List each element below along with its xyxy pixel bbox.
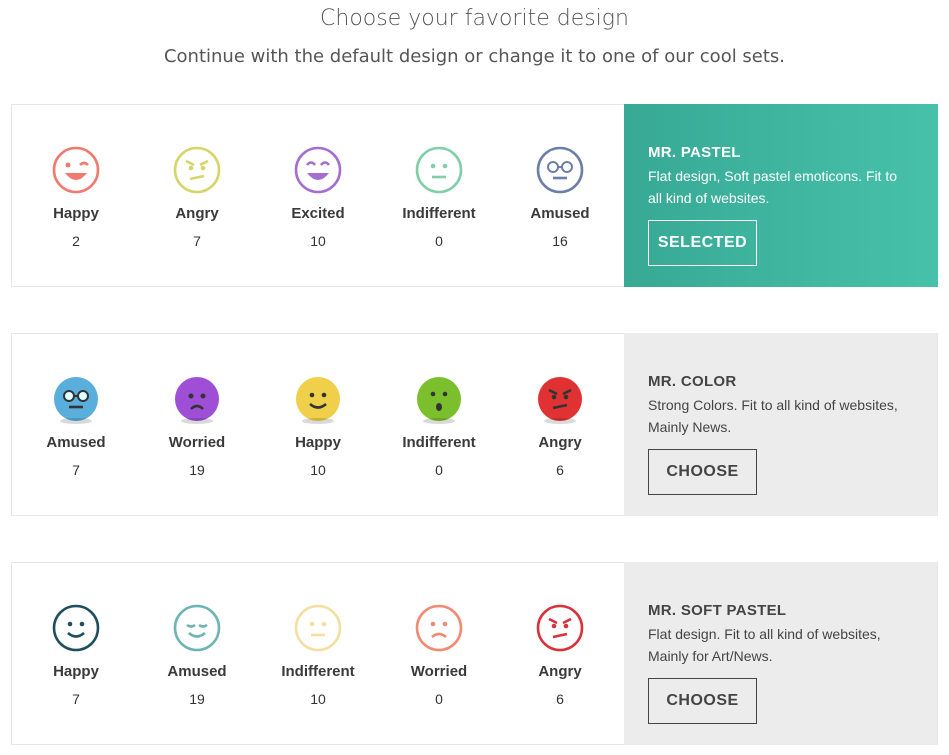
emoticon-label: Excited [291,205,345,222]
design-set-card: Amused 7 Worried 19 Happy 10 Indifferent 0 Angry… [11,333,938,516]
emoticon-label: Happy [295,434,341,451]
design-set-card: Happy 7 Amused 19 Indifferent 10 Worried 0 Angry… [11,562,938,745]
emoticon-label: Happy [53,663,99,680]
emoticon-item: Amused 19 [142,603,252,707]
emoticon-label: Amused [167,663,227,680]
design-set-name: MR. SOFT PASTEL [648,602,787,619]
winking-face-icon [21,145,131,195]
emoticon-row: Amused 7 Worried 19 Happy 10 Indifferent 0 Angry… [12,334,626,515]
emoticon-item: Angry 6 [505,374,615,478]
design-set-description: Flat design. Fit to all kind of websites… [648,626,881,664]
emoticon-label: Indifferent [402,205,476,222]
emoticon-item: Worried 0 [384,603,494,707]
emoticon-item: Happy 10 [263,374,373,478]
glasses-face-icon [505,145,615,195]
worried-face-icon [142,374,252,424]
emoticon-count: 0 [435,691,443,707]
design-set-panel: MR. COLOR Strong Colors. Fit to all kind … [624,333,937,516]
emoticon-count: 16 [552,233,568,249]
emoticon-count: 7 [72,691,80,707]
emoticon-label: Indifferent [402,434,476,451]
page-subtitle: Continue with the default design or chan… [163,46,786,67]
smiling-face-icon [263,374,373,424]
emoticon-item: Excited 10 [263,145,373,249]
design-set-panel: MR. SOFT PASTEL Flat design. Fit to all k… [624,562,937,745]
emoticon-count: 19 [189,691,205,707]
emoticon-item: Angry 7 [142,145,252,249]
neutral-face-icon [263,603,373,653]
emoticon-label: Amused [46,434,106,451]
choose-button[interactable]: CHOOSE [648,678,757,724]
surprised-face-icon [384,374,494,424]
excited-face-icon [263,145,373,195]
emoticon-label: Angry [175,205,219,222]
emoticon-count: 6 [556,462,564,478]
emoticon-count: 0 [435,233,443,249]
emoticon-count: 7 [72,462,80,478]
emoticon-item: Worried 19 [142,374,252,478]
emoticon-label: Amused [530,205,590,222]
sad-face-icon [384,603,494,653]
smiling-face-icon [21,603,131,653]
angry-face-icon [505,374,615,424]
design-set-card: Happy 2 Angry 7 Excited 10 Indifferent 0 Amused 1… [11,104,938,287]
design-set-description: Flat design, Soft pastel emoticons. Fit … [648,168,898,206]
content-face-icon [142,603,252,653]
emoticon-row: Happy 2 Angry 7 Excited 10 Indifferent 0 Amused 1… [12,105,626,286]
design-set-panel: MR. PASTEL Flat design, Soft pastel emoti… [624,104,938,287]
page-title: Choose your favorite design [320,6,629,31]
emoticon-item: Happy 7 [21,603,131,707]
emoticon-count: 7 [193,233,201,249]
emoticon-count: 6 [556,691,564,707]
emoticon-count: 19 [189,462,205,478]
emoticon-item: Happy 2 [21,145,131,249]
emoticon-label: Worried [410,663,468,680]
glasses-face-icon [21,374,131,424]
emoticon-count: 0 [435,462,443,478]
emoticon-label: Indifferent [281,663,355,680]
emoticon-item: Amused 7 [21,374,131,478]
design-set-name: MR. PASTEL [648,144,741,161]
emoticon-item: Indifferent 10 [263,603,373,707]
choose-button[interactable]: CHOOSE [648,449,757,495]
emoticon-item: Indifferent 0 [384,374,494,478]
design-set-name: MR. COLOR [648,373,737,390]
emoticon-count: 2 [72,233,80,249]
emoticon-label: Worried [168,434,226,451]
emoticon-label: Angry [538,434,582,451]
emoticon-item: Indifferent 0 [384,145,494,249]
selected-button[interactable]: SELECTED [648,220,757,266]
emoticon-count: 10 [310,462,326,478]
design-set-description: Strong Colors. Fit to all kind of websit… [648,397,898,435]
emoticon-label: Happy [53,205,99,222]
emoticon-item: Angry 6 [505,603,615,707]
emoticon-item: Amused 16 [505,145,615,249]
neutral-face-icon [384,145,494,195]
emoticon-row: Happy 7 Amused 19 Indifferent 10 Worried 0 Angry… [12,563,626,744]
emoticon-count: 10 [310,691,326,707]
emoticon-count: 10 [310,233,326,249]
emoticon-label: Angry [538,663,582,680]
angry-face-icon [142,145,252,195]
angry-face-icon [505,603,615,653]
